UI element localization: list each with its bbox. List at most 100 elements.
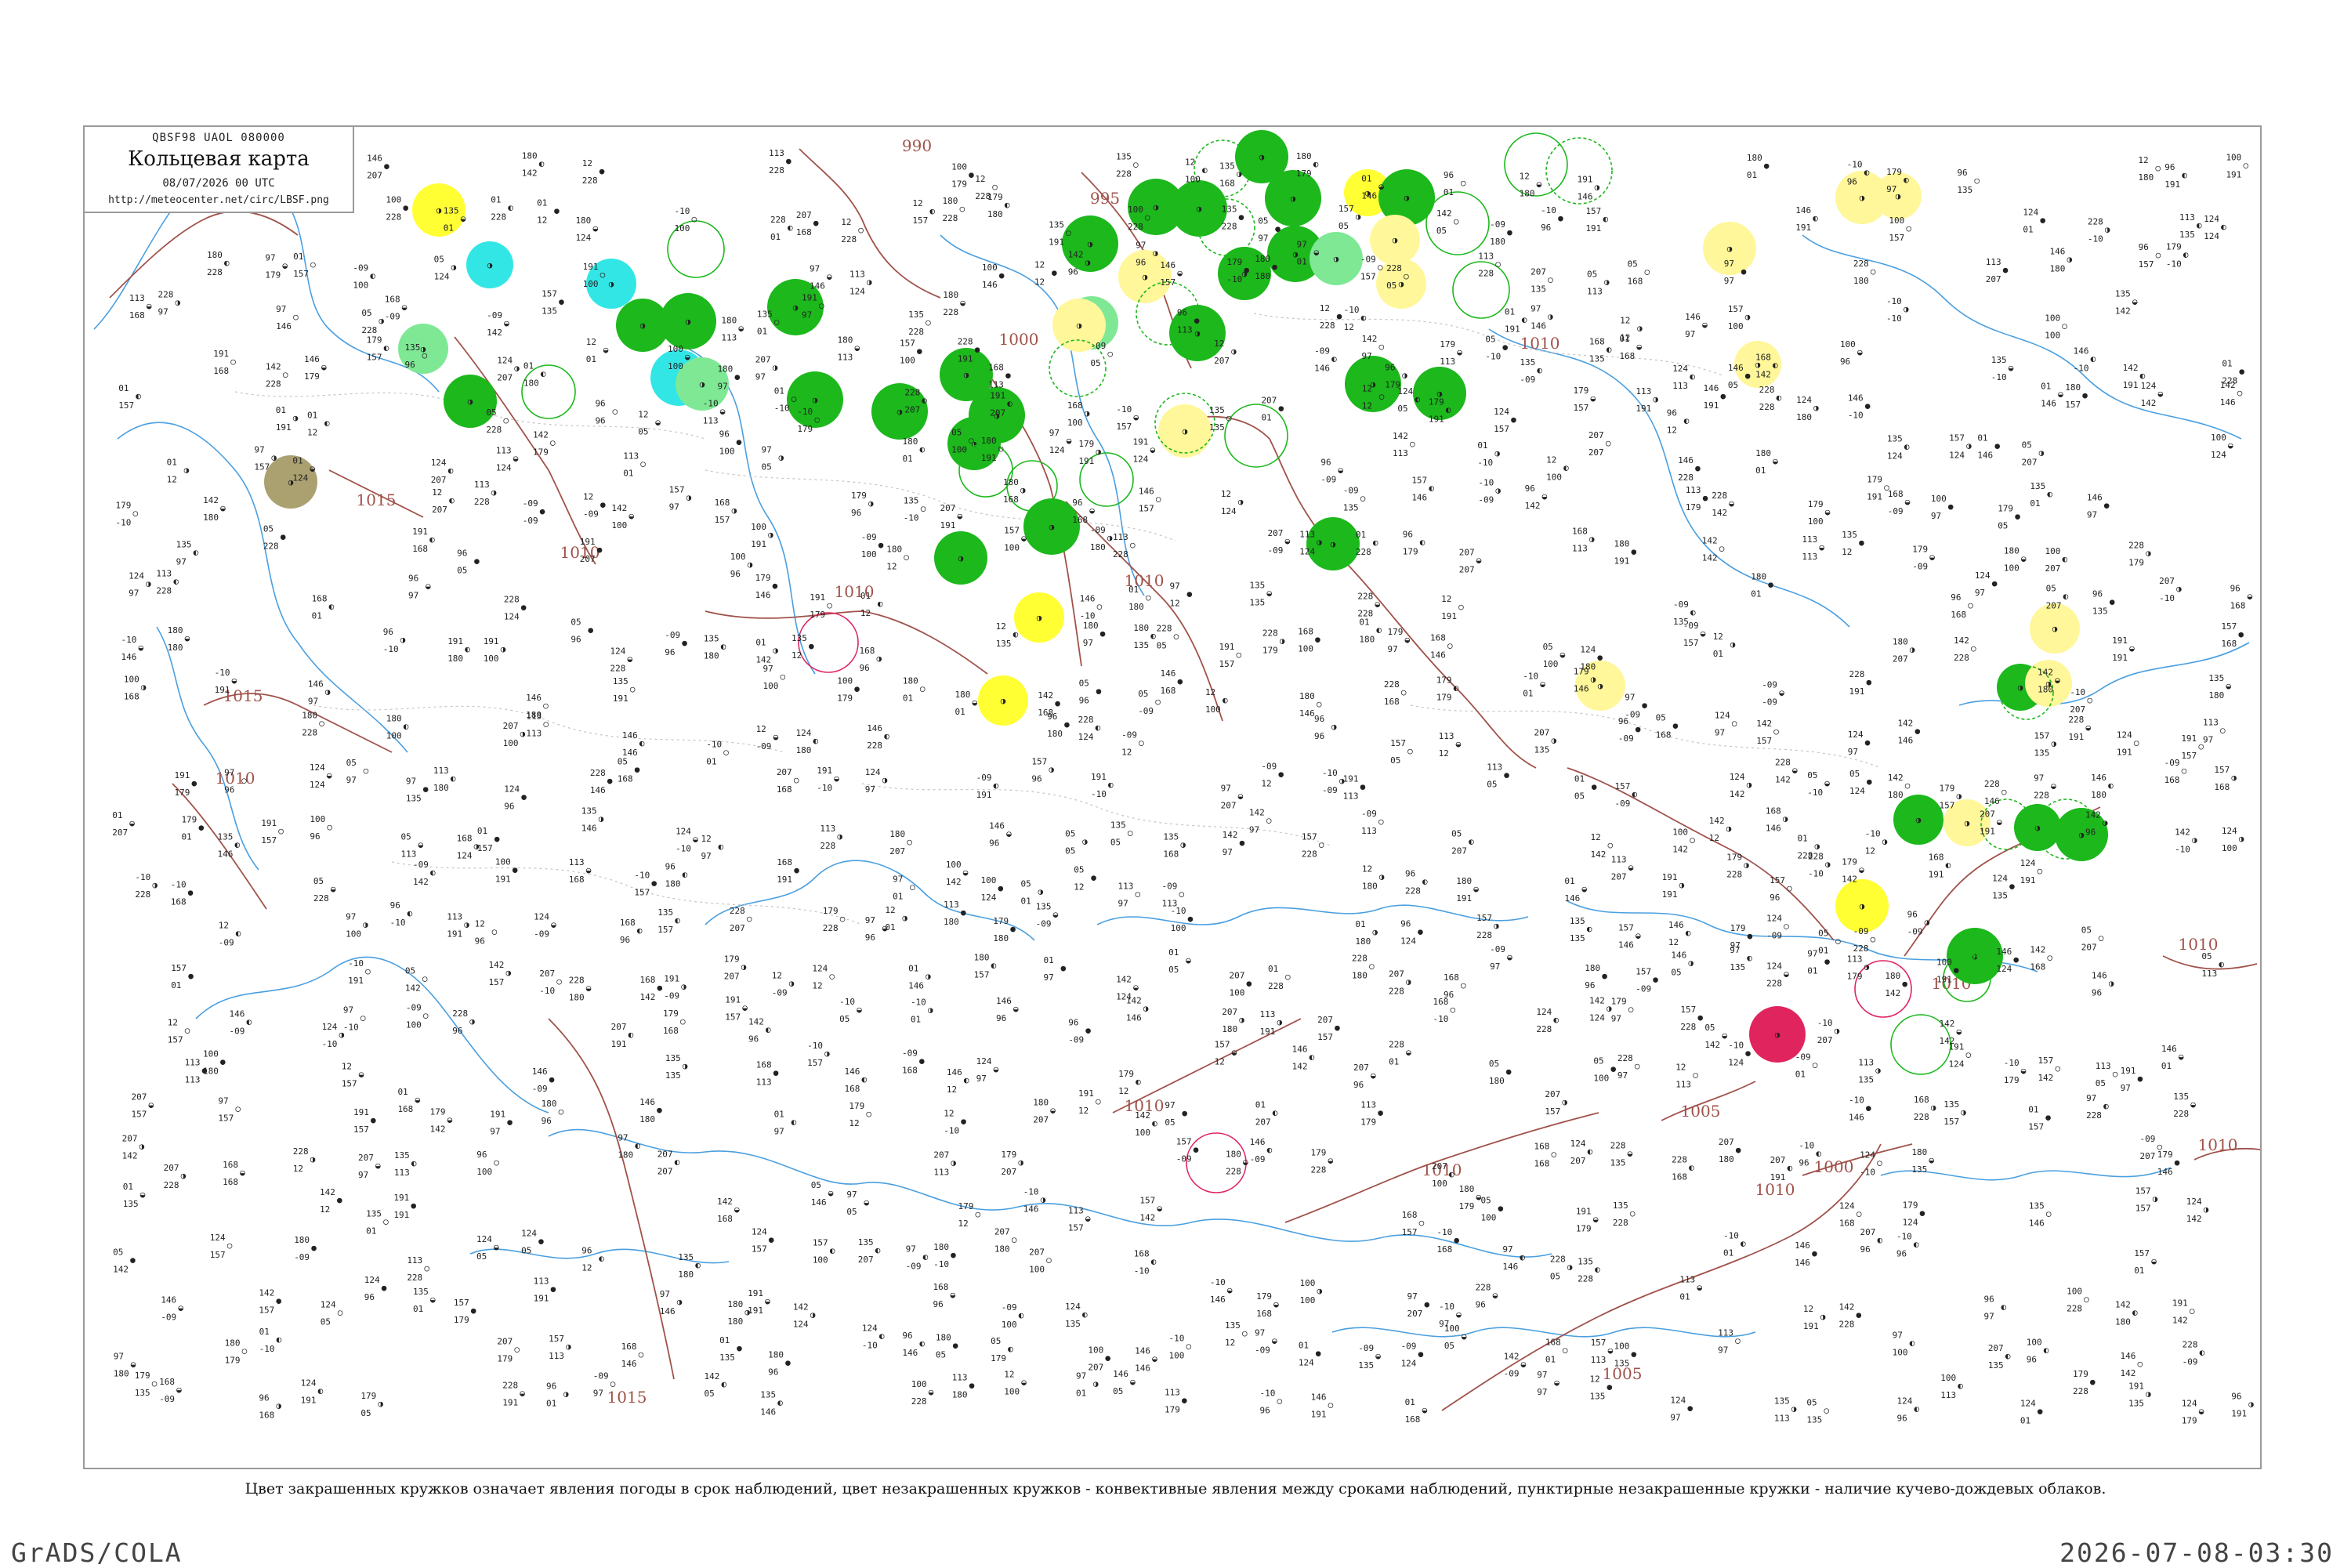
station-value2-566: 191 (1704, 400, 1719, 411)
station-value-227: -10 (797, 407, 813, 417)
station-symbol-16: ◐ (194, 548, 199, 558)
station-value2-235: 157 (807, 1058, 823, 1068)
station-symbol-490: ◐ (1520, 1252, 1525, 1262)
station-symbol-551: ◐ (1690, 607, 1696, 617)
station-value-171: 146 (639, 1097, 655, 1107)
station-symbol-190: ● (737, 436, 742, 447)
station-symbol-319: ● (1060, 963, 1066, 973)
station-symbol-149: ◒ (603, 345, 609, 355)
station-value-192: 100 (730, 552, 746, 562)
station-symbol-565: ● (1745, 371, 1751, 381)
station-value-253: 97 (846, 1190, 857, 1200)
station-value-221: 191 (748, 1288, 763, 1298)
station-value-247: 146 (867, 723, 882, 733)
station-symbol-672: ◑ (2067, 254, 2072, 264)
station-value-112: -09 (487, 310, 502, 320)
station-value-452: 96 (1405, 869, 1415, 879)
station-value-56: 146 (308, 679, 324, 690)
station-value2-621: 228 (1853, 943, 1869, 954)
station-value-143: 113 (534, 1276, 549, 1286)
station-symbol-146: ● (600, 166, 605, 176)
station-value-677: 100 (2045, 546, 2061, 556)
station-value-15: 01 (167, 457, 177, 467)
station-symbol-101: ◐ (448, 465, 454, 476)
station-value-382: 12 (1221, 489, 1231, 499)
station-symbol-306: ◑ (1018, 1157, 1023, 1168)
station-symbol-309: ◐ (1008, 1344, 1013, 1354)
station-symbol-512: ◐ (1607, 345, 1612, 355)
station-value-508: 97 (1537, 1370, 1547, 1380)
station-symbol-615: ● (1859, 538, 1864, 548)
station-value-0: 113 (129, 293, 145, 303)
station-symbol-508: ◒ (1554, 1378, 1559, 1388)
station-value2-144: 113 (549, 1351, 564, 1361)
station-value-348: 113 (1113, 532, 1128, 542)
station-value2-591: -09 (1766, 930, 1782, 940)
station-value-57: 180 (302, 711, 317, 721)
station-value2-218: 113 (756, 1077, 772, 1087)
station-value-310: 12 (1004, 1370, 1014, 1380)
source-url[interactable]: http://meteocenter.net/circ/LBSF.png (85, 194, 353, 206)
station-value-730: 191 (2172, 1298, 2188, 1308)
station-value-33: 135 (218, 832, 234, 842)
station-value2-610: 96 (1847, 177, 1857, 187)
station-value2-60: 228 (313, 893, 329, 904)
station-value2-376: 179 (1165, 1404, 1180, 1414)
station-symbol-117: ● (521, 602, 527, 612)
station-value2-243: 100 (861, 549, 877, 559)
station-symbol-330: ● (1100, 628, 1106, 639)
station-value2-17: 228 (156, 586, 172, 596)
station-value2-32: 96 (224, 784, 234, 795)
isobar-label-0: 990 (902, 136, 932, 155)
station-symbol-401: ○ (1285, 972, 1291, 982)
station-symbol-143: ● (551, 1284, 556, 1294)
station-value2-306: 207 (1001, 1167, 1016, 1177)
station-value2-202: 05 (705, 1389, 715, 1399)
station-symbol-235: ◑ (824, 1048, 830, 1059)
station-value2-715: 01 (2134, 1266, 2144, 1276)
station-symbol-203: ● (786, 156, 792, 166)
station-value2-25: 228 (164, 1180, 179, 1190)
station-value2-505: 168 (1534, 1159, 1549, 1169)
station-symbol-253: ◒ (864, 1197, 869, 1208)
station-value-675: 05 (2022, 440, 2032, 450)
station-symbol-674: ◒ (2058, 389, 2063, 399)
station-value2-705: 157 (2139, 259, 2154, 270)
station-value-197: 179 (724, 954, 740, 965)
station-value-152: 191 (580, 537, 596, 547)
station-value-690: 146 (2074, 346, 2089, 357)
station-value-11: 05 (113, 1247, 123, 1257)
station-value-505: 168 (1534, 1142, 1549, 1152)
station-symbol-560: ◐ (1689, 1163, 1694, 1173)
station-value-383: 191 (1219, 642, 1235, 652)
station-value-84: 191 (412, 527, 428, 537)
station-symbol-325: ◑ (1085, 408, 1090, 418)
station-symbol-29: ○ (230, 357, 236, 367)
station-symbol-205: ○ (774, 317, 780, 327)
station-value-409: 97 (1296, 240, 1306, 250)
station-value-576: 05 (1704, 1023, 1715, 1033)
station-value2-598: 113 (1802, 552, 1817, 562)
station-value2-193: 180 (704, 650, 719, 661)
station-symbol-19: ● (191, 778, 197, 788)
station-value-23: 12 (168, 1017, 178, 1027)
station-value-5: 100 (124, 675, 139, 685)
station-value2-390: 228 (1226, 1166, 1241, 1176)
station-symbol-135: ● (540, 506, 545, 516)
station-symbol-211: ◑ (773, 646, 778, 656)
station-value2-168: 96 (620, 935, 630, 945)
station-symbol-42: ○ (293, 312, 299, 322)
station-value-130: 180 (522, 151, 538, 161)
station-value-283: 12 (944, 1109, 954, 1119)
station-value2-506: 05 (1550, 1271, 1560, 1281)
station-value2-528: 113 (1591, 1355, 1607, 1365)
station-value-85: 96 (408, 574, 418, 584)
station-value-79: 124 (364, 1275, 380, 1285)
station-value2-276: 191 (958, 353, 973, 364)
station-value2-518: 05 (1574, 791, 1585, 802)
station-symbol-98: ◒ (430, 1295, 436, 1305)
station-value2-508: 97 (1537, 1387, 1547, 1397)
station-value-213: 12 (756, 724, 766, 734)
station-symbol-503: ◐ (1553, 1015, 1559, 1025)
station-symbol-515: ◑ (1589, 534, 1595, 544)
